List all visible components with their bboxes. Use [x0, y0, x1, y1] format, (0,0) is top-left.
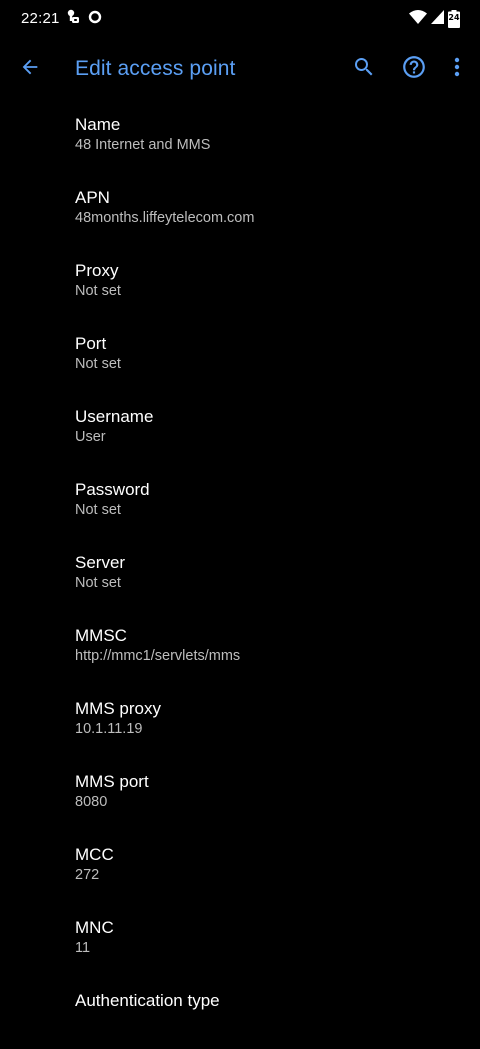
pref-item-mmsc[interactable]: MMSC http://mmc1/servlets/mms — [0, 611, 480, 684]
pref-item-password[interactable]: Password Not set — [0, 465, 480, 538]
pref-title: Authentication type — [75, 991, 220, 1010]
pref-summary: 272 — [75, 867, 100, 883]
battery-level: 24 — [448, 13, 460, 22]
pref-title: MNC — [75, 918, 114, 937]
status-left-icons — [66, 9, 102, 29]
pref-title: Name — [75, 115, 121, 134]
settings-list: Name 48 Internet and MMS APN 48months.li… — [0, 100, 480, 1049]
pref-title: MMS proxy — [75, 699, 161, 718]
pref-summary: Not set — [75, 575, 121, 591]
pref-title: Server — [75, 553, 126, 572]
pref-summary: Not set — [75, 283, 121, 299]
wifi-icon — [409, 9, 427, 29]
pref-item-authentication-type[interactable]: Authentication type — [0, 976, 480, 1049]
circle-icon — [88, 10, 102, 29]
pref-summary: 48months.liffeytelecom.com — [75, 210, 255, 226]
status-right-icons: 24 — [409, 9, 460, 29]
pref-title: MMS port — [75, 772, 149, 791]
search-button[interactable] — [350, 55, 378, 83]
pref-item-mnc[interactable]: MNC 11 — [0, 903, 480, 976]
page-title: Edit access point — [75, 57, 236, 80]
pref-title: Proxy — [75, 261, 119, 280]
more-vert-icon — [454, 57, 460, 82]
more-options-button[interactable] — [447, 55, 467, 83]
status-time: 22:21 — [21, 10, 60, 27]
pref-item-proxy[interactable]: Proxy Not set — [0, 246, 480, 319]
pref-title: APN — [75, 188, 110, 207]
pref-summary: User — [75, 429, 106, 445]
pref-summary: Not set — [75, 502, 121, 518]
cell-signal-icon — [431, 9, 444, 29]
pref-item-mcc[interactable]: MCC 272 — [0, 830, 480, 903]
pref-summary: http://mmc1/servlets/mms — [75, 648, 241, 664]
pref-item-port[interactable]: Port Not set — [0, 319, 480, 392]
search-icon — [352, 55, 376, 84]
help-icon — [401, 54, 427, 85]
pref-title: Password — [75, 480, 150, 499]
pref-title: MMSC — [75, 626, 127, 645]
pref-title: Username — [75, 407, 154, 426]
pref-title: MCC — [75, 845, 114, 864]
pref-summary: 10.1.11.19 — [75, 721, 143, 737]
pref-item-server[interactable]: Server Not set — [0, 538, 480, 611]
status-bar: 22:21 24 — [0, 0, 480, 38]
pref-summary: 11 — [75, 940, 91, 956]
pref-item-mms-port[interactable]: MMS port 8080 — [0, 757, 480, 830]
pref-item-name[interactable]: Name 48 Internet and MMS — [0, 100, 480, 173]
pref-item-apn[interactable]: APN 48months.liffeytelecom.com — [0, 173, 480, 246]
pref-summary: 48 Internet and MMS — [75, 137, 211, 153]
pref-summary: 8080 — [75, 794, 108, 810]
back-arrow-icon — [19, 56, 41, 83]
help-button[interactable] — [400, 55, 428, 83]
pref-item-username[interactable]: Username User — [0, 392, 480, 465]
back-button[interactable] — [16, 55, 44, 83]
app-bar: Edit access point — [0, 38, 480, 100]
pref-title: Port — [75, 334, 107, 353]
pref-summary: Not set — [75, 356, 121, 372]
pref-item-mms-proxy[interactable]: MMS proxy 10.1.11.19 — [0, 684, 480, 757]
alarm-lock-icon — [66, 9, 80, 29]
battery-icon: 24 — [448, 10, 460, 28]
